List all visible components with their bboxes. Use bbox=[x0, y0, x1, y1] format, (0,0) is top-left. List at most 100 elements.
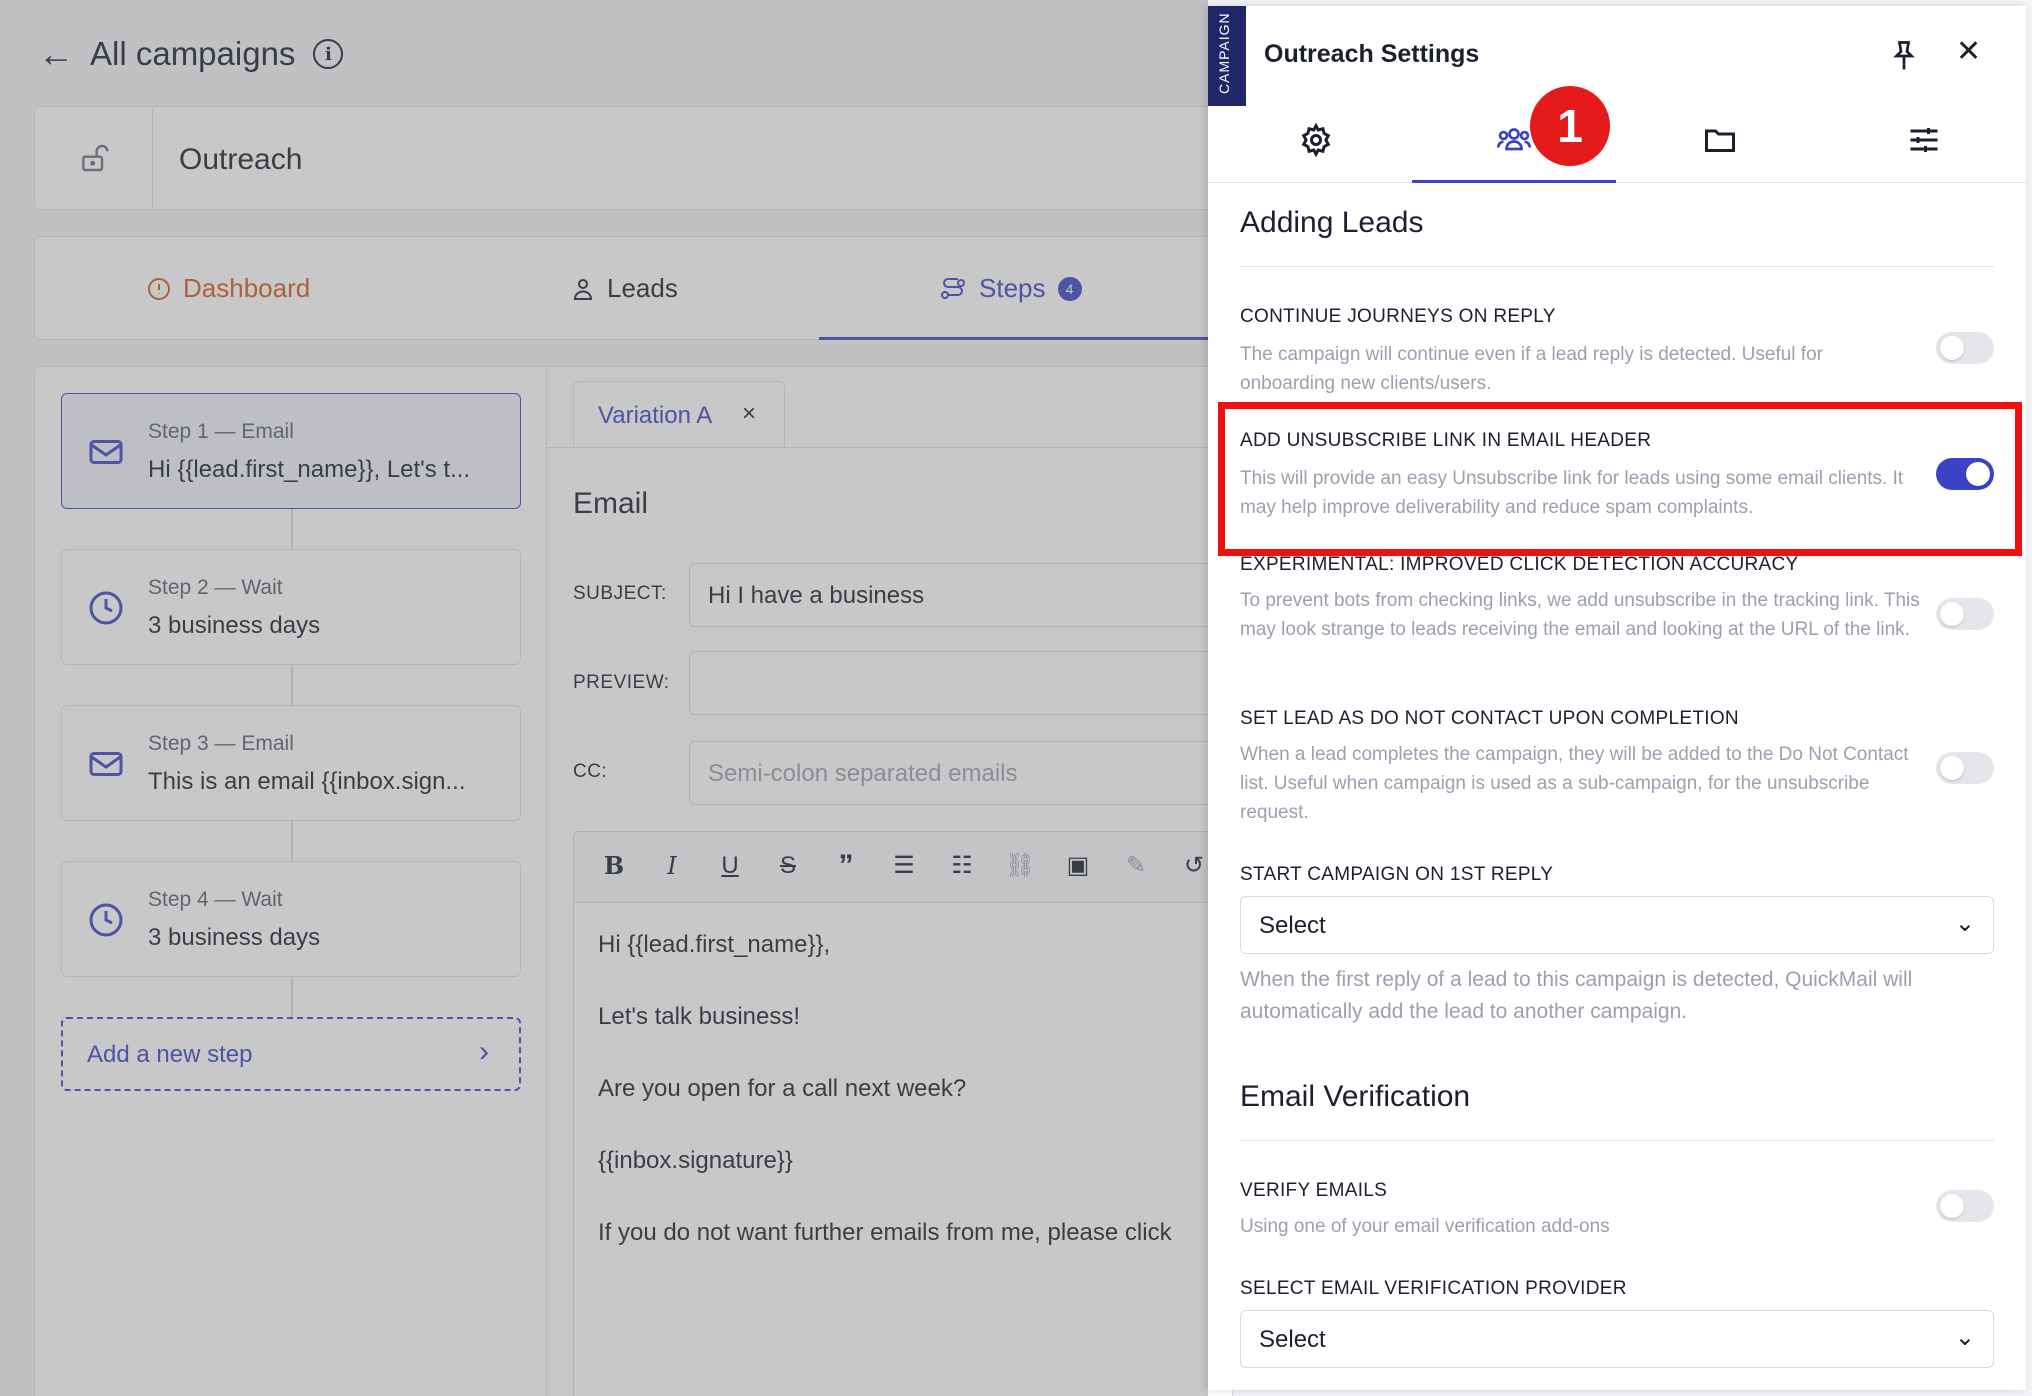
steps-list: Step 1 — Email Hi {{lead.first_name}}, L… bbox=[35, 367, 547, 1396]
verification-provider-select[interactable]: Select ⌄ bbox=[1240, 1310, 1994, 1368]
add-step-button[interactable]: Add a new step › bbox=[61, 1017, 521, 1091]
unlock-icon bbox=[81, 144, 109, 172]
clock-icon bbox=[89, 903, 123, 937]
section-heading-adding-leads: Adding Leads bbox=[1240, 206, 1424, 239]
alert-circle-icon bbox=[148, 277, 170, 300]
email-body[interactable]: Hi {{lead.first_name}}, Let's talk busin… bbox=[573, 903, 1233, 1396]
section-divider bbox=[1240, 1140, 1994, 1141]
step-value: This is an email {{inbox.sign... bbox=[148, 768, 466, 795]
setting-description: The campaign will continue even if a lea… bbox=[1240, 344, 1823, 394]
setting-title: SELECT EMAIL VERIFICATION PROVIDER bbox=[1240, 1278, 1627, 1299]
close-icon[interactable]: ✕ bbox=[1956, 34, 1981, 69]
tab-sliders-icon[interactable] bbox=[1906, 122, 1942, 158]
chevron-down-icon: ⌄ bbox=[1954, 1324, 1975, 1351]
bullet-list-icon[interactable]: ☰ bbox=[888, 850, 920, 882]
variation-tab[interactable]: Variation A × bbox=[573, 381, 785, 447]
cc-label: CC: bbox=[573, 761, 608, 782]
setting-description: To prevent bots from checking links, we … bbox=[1240, 590, 1920, 640]
preview-input[interactable] bbox=[689, 651, 1229, 715]
setting-title: VERIFY EMAILS bbox=[1240, 1180, 1388, 1201]
info-icon[interactable]: i bbox=[313, 39, 344, 69]
body-line: Are you open for a call next week? bbox=[598, 1075, 967, 1102]
active-tab-indicator bbox=[819, 337, 1215, 340]
link-icon[interactable]: ⛓ bbox=[1004, 850, 1036, 882]
step-label: Step 3 — Email bbox=[148, 732, 294, 755]
start-on-reply-select[interactable]: Select ⌄ bbox=[1240, 896, 1994, 954]
do-not-contact-toggle[interactable] bbox=[1936, 752, 1994, 784]
variation-tab-label: Variation A bbox=[598, 402, 713, 429]
outreach-settings-panel: CAMPAIGN Outreach Settings ✕ 1 Adding Le… bbox=[1208, 6, 2026, 1390]
section-divider bbox=[1240, 266, 1994, 267]
mail-icon bbox=[89, 440, 123, 464]
step-value: 3 business days bbox=[148, 924, 321, 951]
underline-icon[interactable]: U bbox=[714, 850, 746, 882]
top-bar: ← All campaigns i bbox=[38, 28, 344, 80]
image-icon[interactable]: ▣ bbox=[1062, 850, 1094, 882]
pin-icon[interactable] bbox=[1886, 38, 1922, 74]
select-value: Select bbox=[1259, 1326, 1326, 1353]
step-connector bbox=[291, 821, 293, 861]
body-line: If you do not want further emails from m… bbox=[598, 1219, 1172, 1246]
step-marker-badge: 1 bbox=[1530, 86, 1610, 166]
subject-value: Hi I have a business bbox=[708, 582, 925, 609]
campaign-name-bar: Outreach bbox=[34, 106, 1214, 210]
undo-icon[interactable]: ↺ bbox=[1178, 850, 1210, 882]
steps-content: Step 1 — Email Hi {{lead.first_name}}, L… bbox=[34, 366, 1233, 1396]
body-line: Hi {{lead.first_name}}, bbox=[598, 931, 831, 958]
tab-dashboard-label: Dashboard bbox=[183, 273, 311, 303]
setting-description: When a lead completes the campaign, they… bbox=[1240, 744, 1909, 823]
chevron-down-icon: ⌄ bbox=[1954, 910, 1975, 937]
tab-folder-icon[interactable] bbox=[1702, 122, 1738, 158]
steps-count-badge: 4 bbox=[1057, 276, 1082, 301]
close-variation-icon[interactable]: × bbox=[742, 400, 756, 428]
main-tabs: Dashboard Leads Steps 4 bbox=[34, 236, 1215, 340]
body-line: Let's talk business! bbox=[598, 1003, 801, 1030]
body-line: {{inbox.signature}} bbox=[598, 1147, 793, 1174]
campaign-ribbon: CAMPAIGN bbox=[1208, 6, 1246, 106]
select-value: Select bbox=[1259, 912, 1326, 939]
tab-leads-users-icon[interactable] bbox=[1496, 122, 1532, 158]
step-connector bbox=[291, 509, 293, 549]
subject-input[interactable]: Hi I have a business bbox=[689, 563, 1229, 627]
italic-icon[interactable]: I bbox=[656, 850, 688, 882]
quote-icon[interactable]: ” bbox=[830, 850, 862, 882]
step-connector bbox=[291, 665, 293, 705]
setting-title: CONTINUE JOURNEYS ON REPLY bbox=[1240, 306, 1556, 327]
verify-emails-toggle[interactable] bbox=[1936, 1190, 1994, 1222]
strikethrough-icon[interactable]: S bbox=[772, 850, 804, 882]
continue-journeys-toggle[interactable] bbox=[1936, 332, 1994, 364]
step-card[interactable]: Step 2 — Wait 3 business days bbox=[61, 549, 521, 665]
tab-steps[interactable]: Steps 4 bbox=[939, 273, 1082, 304]
section-heading-email-verification: Email Verification bbox=[1240, 1080, 1471, 1113]
step-card[interactable]: Step 4 — Wait 3 business days bbox=[61, 861, 521, 977]
step-card[interactable]: Step 1 — Email Hi {{lead.first_name}}, L… bbox=[61, 393, 521, 509]
click-detection-toggle[interactable] bbox=[1936, 598, 1994, 630]
email-heading: Email bbox=[573, 487, 649, 520]
step-label: Step 2 — Wait bbox=[148, 576, 283, 599]
chevron-right-icon: › bbox=[479, 1035, 489, 1068]
ribbon-label: CAMPAIGN bbox=[1216, 12, 1232, 94]
campaign-name[interactable]: Outreach bbox=[179, 143, 302, 177]
numbered-list-icon[interactable]: ☷ bbox=[946, 850, 978, 882]
tab-dashboard[interactable]: Dashboard bbox=[147, 273, 310, 304]
step-connector bbox=[291, 977, 293, 1017]
back-arrow-icon[interactable]: ← bbox=[38, 33, 74, 75]
tab-general-gear-icon[interactable] bbox=[1298, 122, 1334, 158]
step-value: 3 business days bbox=[148, 612, 321, 639]
preview-label: PREVIEW: bbox=[573, 672, 670, 693]
panel-tabs-divider bbox=[1208, 182, 2026, 183]
step-label: Step 4 — Wait bbox=[148, 888, 283, 911]
mail-icon bbox=[89, 752, 123, 776]
cc-placeholder: Semi-colon separated emails bbox=[708, 760, 1018, 787]
cc-input[interactable]: Semi-colon separated emails bbox=[689, 741, 1229, 805]
setting-description: Using one of your email verification add… bbox=[1240, 1216, 1610, 1237]
bold-icon[interactable]: B bbox=[598, 850, 630, 882]
brush-icon[interactable]: ✎ bbox=[1120, 850, 1152, 882]
route-icon bbox=[941, 277, 965, 299]
divider bbox=[547, 447, 1215, 448]
lock-toggle[interactable] bbox=[35, 107, 153, 209]
step-card[interactable]: Step 3 — Email This is an email {{inbox.… bbox=[61, 705, 521, 821]
setting-help: When the first reply of a lead to this c… bbox=[1240, 968, 1913, 1023]
tab-steps-label: Steps bbox=[979, 273, 1046, 303]
tab-leads[interactable]: Leads bbox=[571, 273, 678, 304]
